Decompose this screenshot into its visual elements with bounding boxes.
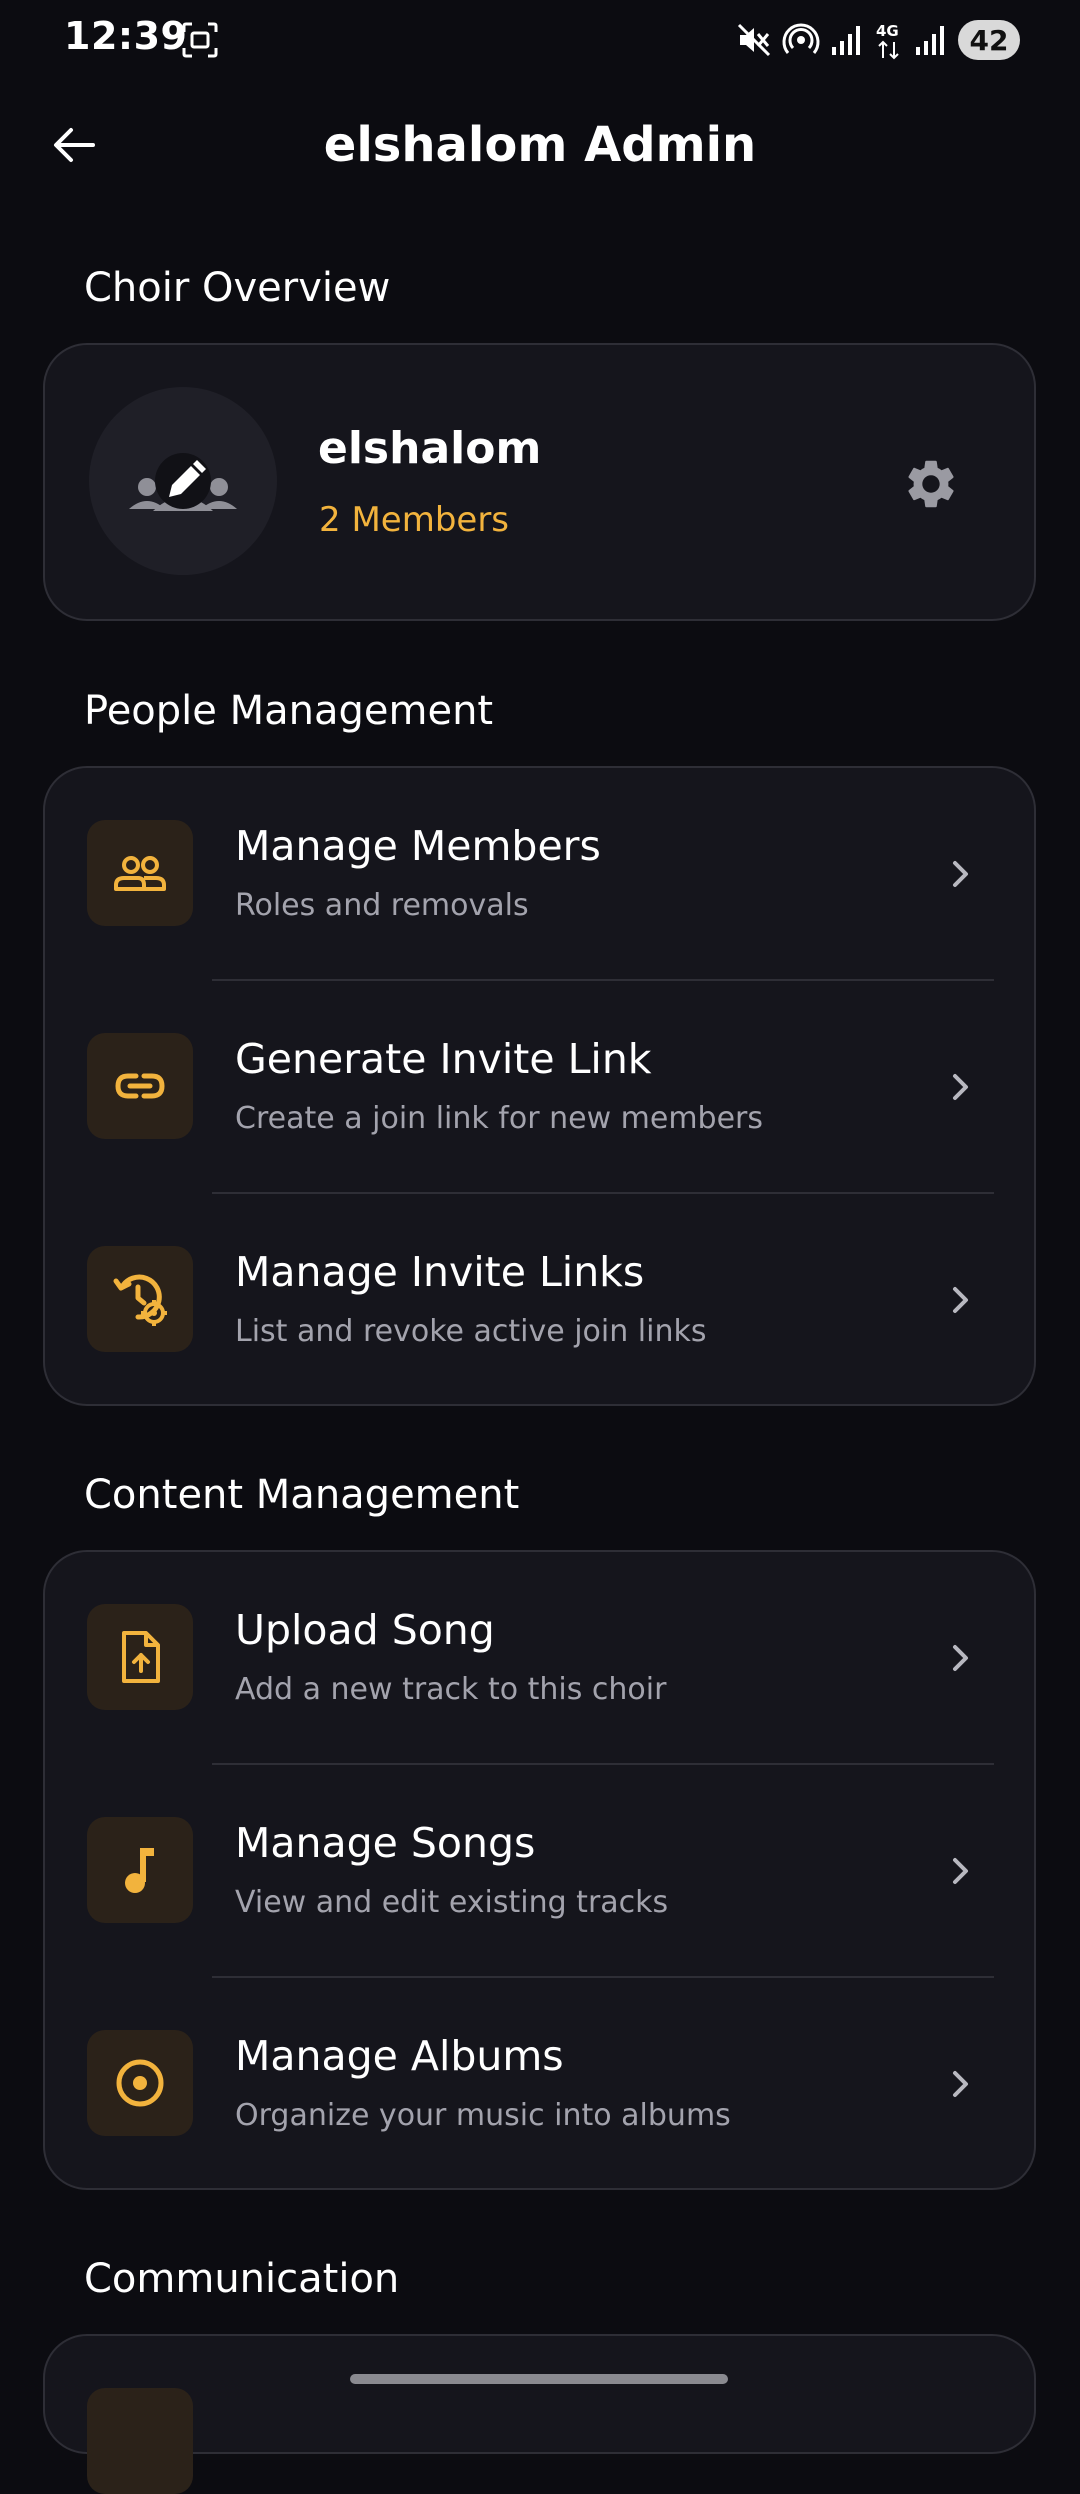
screenshot-icon <box>182 22 218 58</box>
battery-level: 42 <box>969 23 1009 57</box>
svg-text:4G: 4G <box>876 22 899 40</box>
section-title-choir-overview: Choir Overview <box>84 265 391 311</box>
row-subtitle: View and edit existing tracks <box>235 1885 669 1920</box>
row-title: Manage Members <box>235 822 601 870</box>
communication-card <box>43 2334 1036 2494</box>
row-icon-tile <box>87 2030 193 2136</box>
choir-name: elshalom <box>318 423 542 474</box>
choir-overview-card: elshalom 2 Members <box>43 343 1036 621</box>
row-subtitle: Add a new track to this choir <box>235 1672 667 1707</box>
content-management-card: Upload Song Add a new track to this choi… <box>43 1550 1036 2190</box>
group-edit-icon <box>129 453 237 511</box>
row-icon-tile <box>87 1604 193 1710</box>
music-note-icon <box>125 1848 154 1893</box>
row-icon-tile <box>87 2388 193 2494</box>
album-icon <box>116 2059 164 2107</box>
mute-icon <box>737 23 771 57</box>
app-bar: elshalom Admin <box>0 95 1080 195</box>
manage-songs-row[interactable]: Manage Songs View and edit existing trac… <box>45 1765 1034 1977</box>
network-4g-icon: 4G <box>876 22 899 60</box>
signal-icon-2 <box>916 26 944 55</box>
manage-members-row[interactable]: Manage Members Roles and removals <box>45 768 1034 980</box>
chevron-right-icon <box>953 1645 968 1671</box>
row-title: Manage Albums <box>235 2032 564 2080</box>
status-bar: 12:39 4G 42 <box>0 0 1080 80</box>
row-subtitle: Organize your music into albums <box>235 2098 731 2133</box>
history-settings-icon <box>113 1274 167 1326</box>
status-time: 12:39 <box>64 14 188 58</box>
status-icons: 4G 42 <box>736 18 1020 62</box>
row-icon-tile <box>87 1817 193 1923</box>
chevron-right-icon <box>953 1858 968 1884</box>
manage-invite-links-row[interactable]: Manage Invite Links List and revoke acti… <box>45 1194 1034 1406</box>
row-subtitle: List and revoke active join links <box>235 1314 707 1349</box>
chevron-right-icon <box>953 861 968 887</box>
row-title: Manage Invite Links <box>235 1248 645 1296</box>
section-title-communication: Communication <box>84 2256 400 2302</box>
row-title: Generate Invite Link <box>235 1035 652 1083</box>
generate-invite-link-row[interactable]: Generate Invite Link Create a join link … <box>45 981 1034 1193</box>
choir-avatar <box>89 387 277 575</box>
page-title: elshalom Admin <box>323 117 757 173</box>
row-icon-tile <box>87 1033 193 1139</box>
row-icon-tile <box>87 820 193 926</box>
row-subtitle: Roles and removals <box>235 888 529 923</box>
section-title-people-management: People Management <box>84 688 494 734</box>
row-subtitle: Create a join link for new members <box>235 1101 764 1136</box>
home-indicator[interactable] <box>350 2374 728 2384</box>
hotspot-icon <box>782 23 820 54</box>
link-icon <box>115 1073 165 1099</box>
gear-icon[interactable] <box>902 455 960 513</box>
manage-albums-row[interactable]: Manage Albums Organize your music into a… <box>45 1978 1034 2190</box>
upload-song-row[interactable]: Upload Song Add a new track to this choi… <box>45 1552 1034 1764</box>
chevron-right-icon <box>953 1287 968 1313</box>
people-management-card: Manage Members Roles and removals Genera… <box>43 766 1036 1406</box>
members-icon <box>114 856 166 891</box>
row-icon-tile <box>87 1246 193 1352</box>
members-count: 2 Members <box>319 500 510 540</box>
row-title: Manage Songs <box>235 1819 536 1867</box>
battery-indicator: 42 <box>958 20 1020 60</box>
row-title: Upload Song <box>235 1606 495 1654</box>
upload-file-icon <box>122 1631 160 1683</box>
signal-icon-1 <box>832 26 860 55</box>
chevron-right-icon <box>953 2071 968 2097</box>
chevron-right-icon <box>953 1074 968 1100</box>
section-title-content-management: Content Management <box>84 1472 520 1518</box>
